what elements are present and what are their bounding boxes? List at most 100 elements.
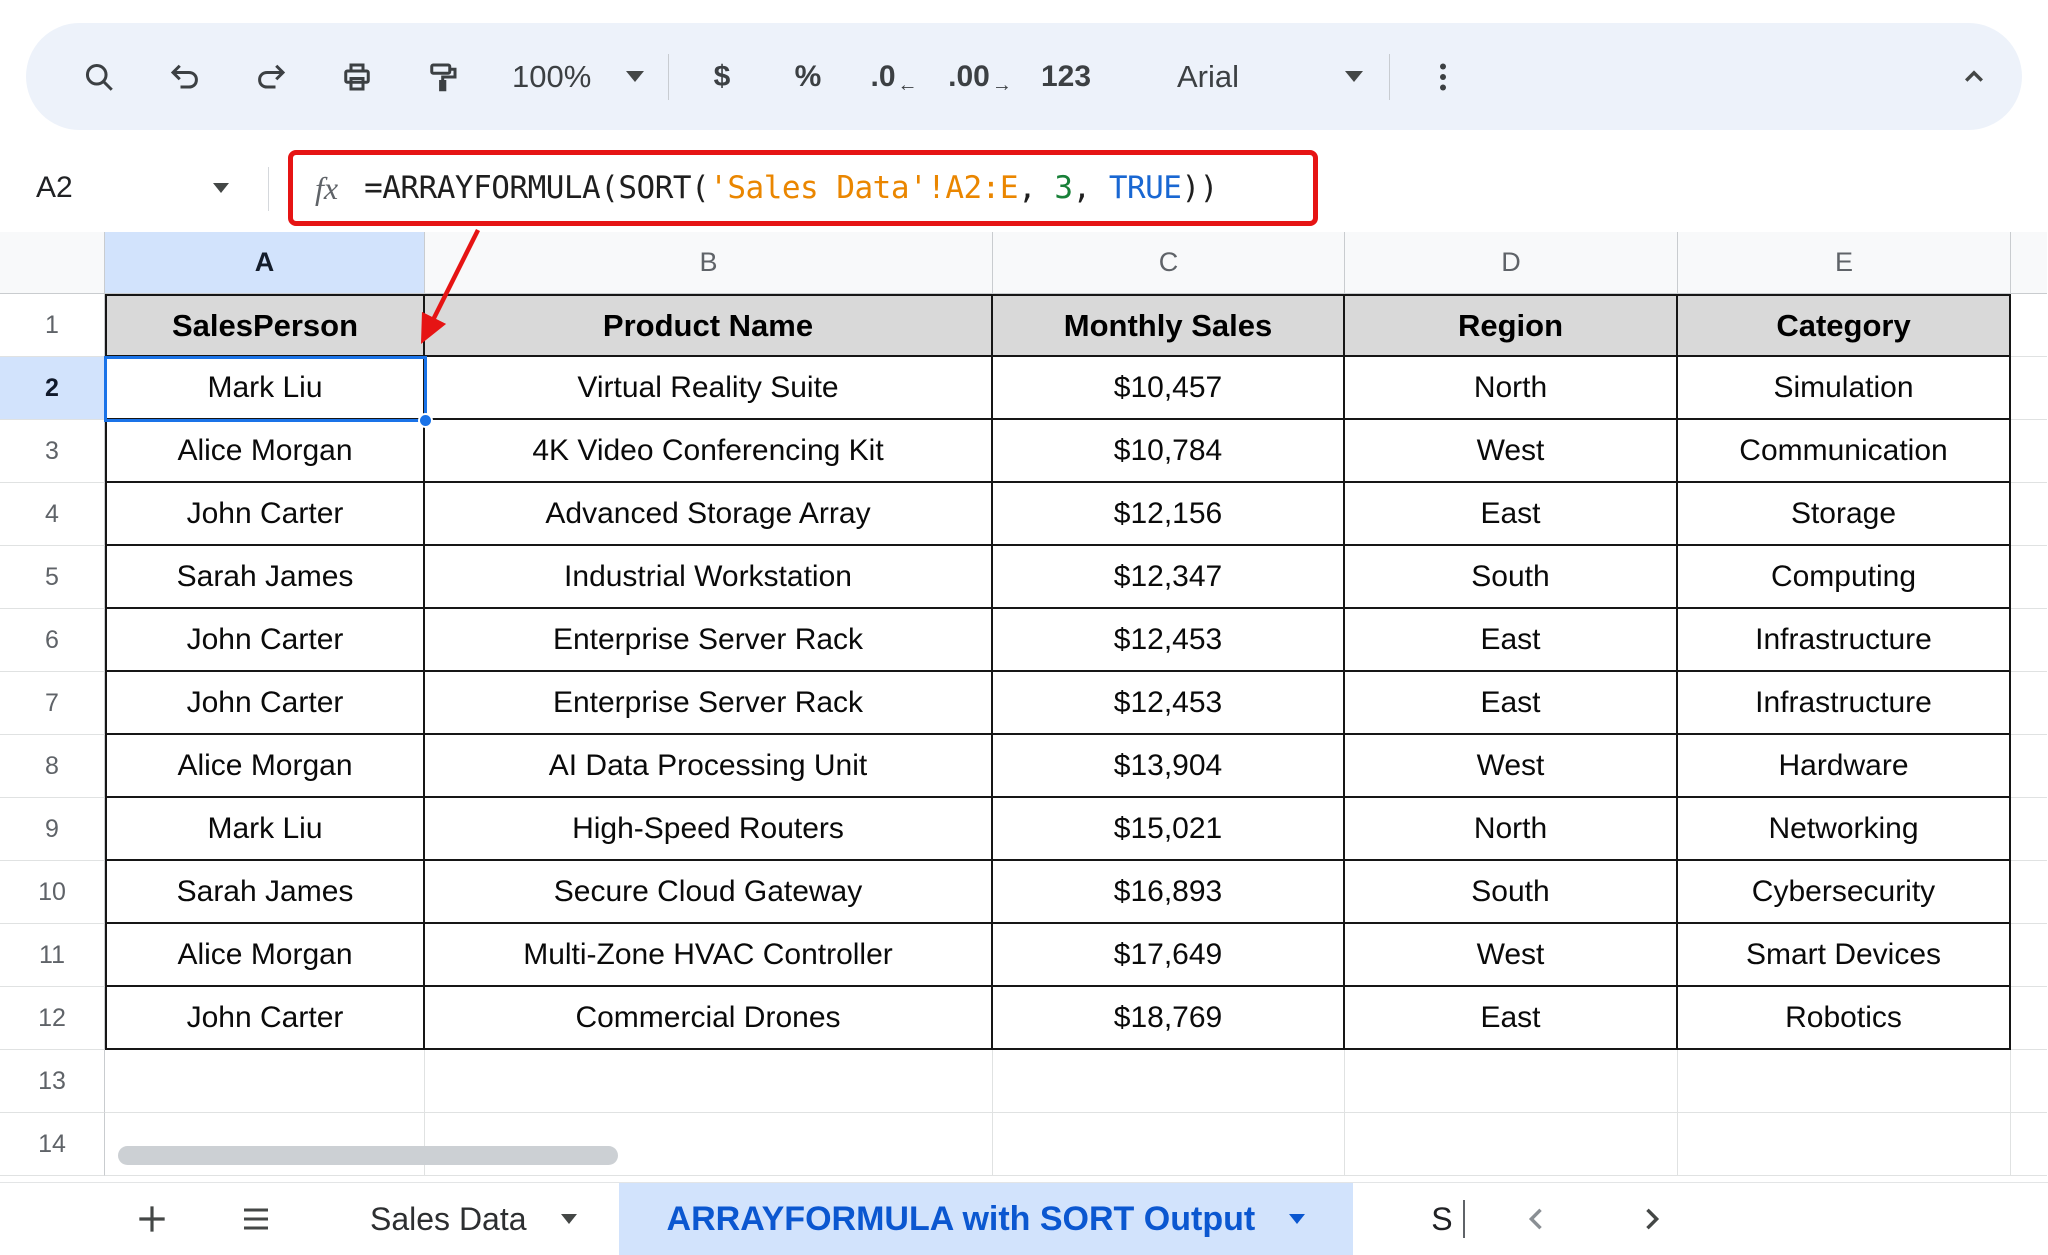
cell-E11[interactable]: Smart Devices [1678, 924, 2011, 987]
column-header-E[interactable]: E [1678, 232, 2011, 294]
cell-E7[interactable]: Infrastructure [1678, 672, 2011, 735]
cell-B14[interactable] [425, 1113, 993, 1176]
redo-button[interactable] [228, 34, 314, 120]
formula-input[interactable]: =ARRAYFORMULA(SORT('Sales Data'!A2:E, 3,… [364, 170, 1218, 206]
format-currency-button[interactable]: $ [679, 34, 765, 120]
cell-E1[interactable]: Category [1678, 294, 2011, 357]
name-box[interactable]: A2 [20, 158, 235, 218]
cell-A12[interactable]: John Carter [105, 987, 425, 1050]
cell-C13[interactable] [993, 1050, 1345, 1113]
more-options-button[interactable] [1400, 34, 1486, 120]
format-percent-button[interactable]: % [765, 34, 851, 120]
more-formats-button[interactable]: 123 [1023, 34, 1109, 120]
cell-D13[interactable] [1345, 1050, 1678, 1113]
cell-D7[interactable]: East [1345, 672, 1678, 735]
cell-A10[interactable]: Sarah James [105, 861, 425, 924]
cell-B5[interactable]: Industrial Workstation [425, 546, 993, 609]
cell-C8[interactable]: $13,904 [993, 735, 1345, 798]
row-header-6[interactable]: 6 [0, 609, 105, 672]
cell-B7[interactable]: Enterprise Server Rack [425, 672, 993, 735]
cell-D2[interactable]: North [1345, 357, 1678, 420]
cell-C4[interactable]: $12,156 [993, 483, 1345, 546]
cell-D12[interactable]: East [1345, 987, 1678, 1050]
cell-A6[interactable]: John Carter [105, 609, 425, 672]
row-header-9[interactable]: 9 [0, 798, 105, 861]
row-header-10[interactable]: 10 [0, 861, 105, 924]
cell-D8[interactable]: West [1345, 735, 1678, 798]
row-header-8[interactable]: 8 [0, 735, 105, 798]
cell-D14[interactable] [1345, 1113, 1678, 1176]
cell-E9[interactable]: Networking [1678, 798, 2011, 861]
cell-C10[interactable]: $16,893 [993, 861, 1345, 924]
cell-A13[interactable] [105, 1050, 425, 1113]
cell-B6[interactable]: Enterprise Server Rack [425, 609, 993, 672]
row-header-4[interactable]: 4 [0, 483, 105, 546]
cell-D4[interactable]: East [1345, 483, 1678, 546]
cell-B11[interactable]: Multi-Zone HVAC Controller [425, 924, 993, 987]
row-header-3[interactable]: 3 [0, 420, 105, 483]
scroll-tabs-right-button[interactable] [1629, 1197, 1673, 1241]
row-header-1[interactable]: 1 [0, 294, 105, 357]
cell-E3[interactable]: Communication [1678, 420, 2011, 483]
cell-A7[interactable]: John Carter [105, 672, 425, 735]
cell-C7[interactable]: $12,453 [993, 672, 1345, 735]
select-all-corner[interactable] [0, 232, 105, 294]
column-header-A[interactable]: A [105, 232, 425, 294]
cell-A4[interactable]: John Carter [105, 483, 425, 546]
add-sheet-button[interactable] [130, 1197, 174, 1241]
cell-C14[interactable] [993, 1113, 1345, 1176]
cell-B12[interactable]: Commercial Drones [425, 987, 993, 1050]
cell-D11[interactable]: West [1345, 924, 1678, 987]
cell-C11[interactable]: $17,649 [993, 924, 1345, 987]
row-header-14[interactable]: 14 [0, 1113, 105, 1176]
cell-E12[interactable]: Robotics [1678, 987, 2011, 1050]
cell-D1[interactable]: Region [1345, 294, 1678, 357]
cell-A2[interactable]: Mark Liu [105, 357, 425, 420]
cell-D9[interactable]: North [1345, 798, 1678, 861]
column-header-D[interactable]: D [1345, 232, 1678, 294]
cell-E8[interactable]: Hardware [1678, 735, 2011, 798]
cell-D5[interactable]: South [1345, 546, 1678, 609]
cell-B2[interactable]: Virtual Reality Suite [425, 357, 993, 420]
sheet-tab-arrayformula-output[interactable]: ARRAYFORMULA with SORT Output [619, 1183, 1354, 1255]
cell-E2[interactable]: Simulation [1678, 357, 2011, 420]
print-button[interactable] [314, 34, 400, 120]
cell-A8[interactable]: Alice Morgan [105, 735, 425, 798]
cell-B8[interactable]: AI Data Processing Unit [425, 735, 993, 798]
cell-A3[interactable]: Alice Morgan [105, 420, 425, 483]
cell-A9[interactable]: Mark Liu [105, 798, 425, 861]
zoom-selector[interactable]: 100% [498, 42, 658, 112]
cell-D10[interactable]: South [1345, 861, 1678, 924]
cell-D3[interactable]: West [1345, 420, 1678, 483]
cell-C9[interactable]: $15,021 [993, 798, 1345, 861]
sheet-tab-partial[interactable]: S [1431, 1201, 1452, 1238]
cell-A11[interactable]: Alice Morgan [105, 924, 425, 987]
cell-B10[interactable]: Secure Cloud Gateway [425, 861, 993, 924]
cell-C1[interactable]: Monthly Sales [993, 294, 1345, 357]
cell-E5[interactable]: Computing [1678, 546, 2011, 609]
cell-C2[interactable]: $10,457 [993, 357, 1345, 420]
column-header-C[interactable]: C [993, 232, 1345, 294]
search-button[interactable] [56, 34, 142, 120]
cell-A14[interactable] [105, 1113, 425, 1176]
cell-B13[interactable] [425, 1050, 993, 1113]
row-header-12[interactable]: 12 [0, 987, 105, 1050]
cell-E14[interactable] [1678, 1113, 2011, 1176]
horizontal-scrollbar-thumb[interactable] [118, 1146, 618, 1165]
cell-C5[interactable]: $12,347 [993, 546, 1345, 609]
row-header-11[interactable]: 11 [0, 924, 105, 987]
cell-E6[interactable]: Infrastructure [1678, 609, 2011, 672]
paint-format-button[interactable] [400, 34, 486, 120]
scroll-tabs-left-button[interactable] [1515, 1197, 1559, 1241]
cell-C6[interactable]: $12,453 [993, 609, 1345, 672]
cell-C12[interactable]: $18,769 [993, 987, 1345, 1050]
cell-A5[interactable]: Sarah James [105, 546, 425, 609]
cell-B9[interactable]: High-Speed Routers [425, 798, 993, 861]
row-header-5[interactable]: 5 [0, 546, 105, 609]
cell-B4[interactable]: Advanced Storage Array [425, 483, 993, 546]
fill-handle[interactable] [418, 413, 433, 428]
sheet-tab-sales-data[interactable]: Sales Data [370, 1201, 577, 1238]
cell-D6[interactable]: East [1345, 609, 1678, 672]
increase-decimal-button[interactable]: .00 → [937, 34, 1023, 120]
cell-B3[interactable]: 4K Video Conferencing Kit [425, 420, 993, 483]
